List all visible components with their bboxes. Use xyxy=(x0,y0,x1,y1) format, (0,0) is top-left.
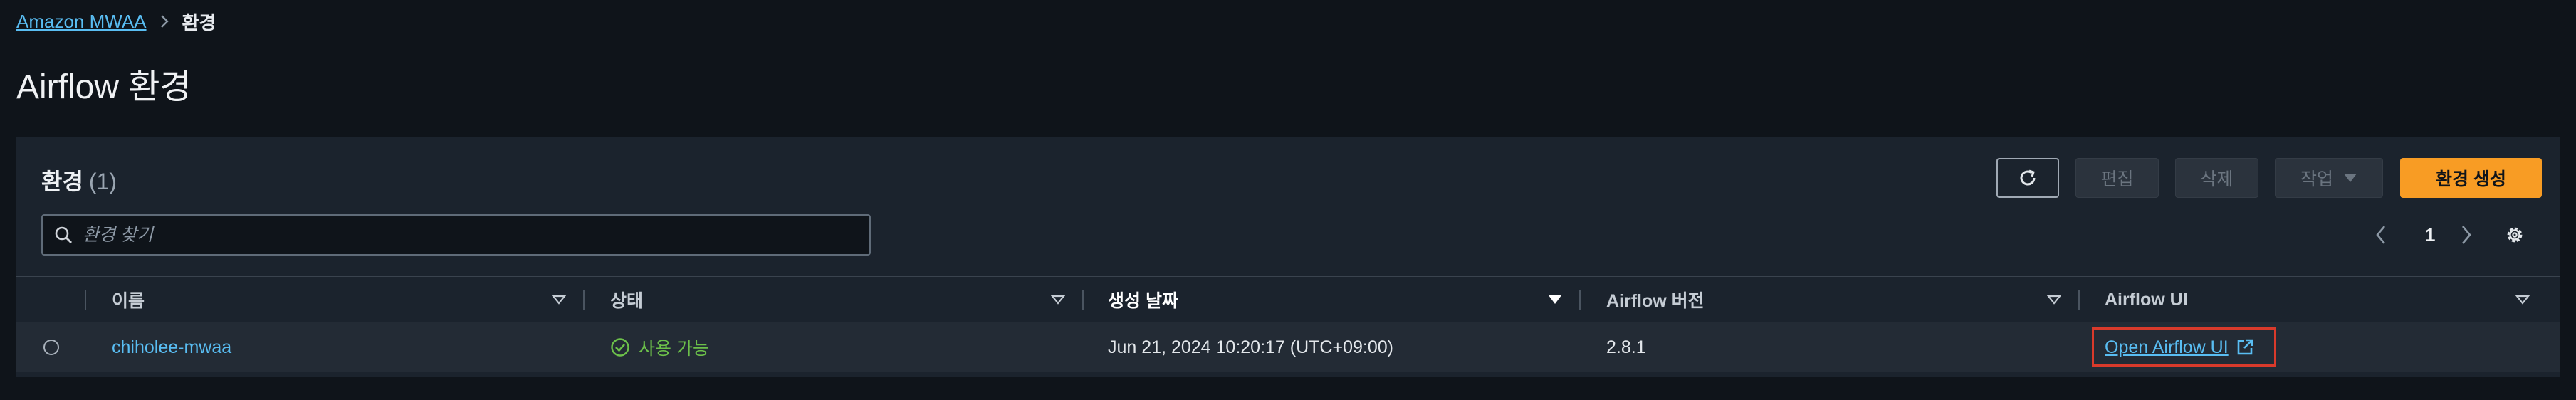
environments-panel: 환경(1) 편집 삭제 작업 환경 생성 1 이름 xyxy=(16,137,2560,377)
sort-icon[interactable] xyxy=(552,277,566,322)
page-title: Airflow 환경 xyxy=(16,68,192,106)
sort-icon[interactable] xyxy=(2515,277,2530,322)
actions-dropdown[interactable]: 작업 xyxy=(2275,158,2383,198)
column-divider xyxy=(1579,290,1581,310)
refresh-button[interactable] xyxy=(1996,158,2059,198)
row-select-radio[interactable] xyxy=(43,340,59,355)
panel-heading-text: 환경 xyxy=(41,169,83,194)
sort-icon[interactable] xyxy=(1548,277,1562,322)
open-airflow-ui-link[interactable]: Open Airflow UI xyxy=(2105,337,2254,358)
column-divider xyxy=(1082,290,1084,310)
search-icon xyxy=(54,226,73,244)
status-text: 사용 가능 xyxy=(639,339,709,359)
column-divider xyxy=(85,290,86,310)
sort-icon[interactable] xyxy=(1051,277,1065,322)
panel-heading: 환경 (1) xyxy=(41,164,117,196)
sort-icon[interactable] xyxy=(2047,277,2061,322)
column-header-name[interactable]: 이름 xyxy=(112,277,145,322)
search-input[interactable] xyxy=(81,223,869,246)
actions-label: 작업 xyxy=(2300,169,2333,189)
external-link-icon xyxy=(2236,338,2254,357)
column-header-airflow-version[interactable]: Airflow 버전 xyxy=(1606,277,1705,322)
breadcrumb: Amazon MWAA 환경 xyxy=(16,7,216,36)
chevron-right-icon[interactable] xyxy=(2461,221,2472,249)
caret-down-icon xyxy=(2343,173,2357,183)
column-header-status[interactable]: 상태 xyxy=(610,277,643,322)
chevron-right-icon xyxy=(159,14,169,29)
edit-button[interactable]: 편집 xyxy=(2075,158,2159,198)
open-airflow-ui-label: Open Airflow UI xyxy=(2105,337,2229,357)
check-circle-icon xyxy=(610,337,630,357)
breadcrumb-current: 환경 xyxy=(182,11,216,33)
column-divider xyxy=(583,290,585,310)
page-number[interactable]: 1 xyxy=(2425,221,2435,249)
status-badge: 사용 가능 xyxy=(610,335,709,360)
breadcrumb-link-mwaa[interactable]: Amazon MWAA xyxy=(16,11,147,33)
column-header-airflow-ui[interactable]: Airflow UI xyxy=(2105,277,2188,322)
created-date: Jun 21, 2024 10:20:17 (UTC+09:00) xyxy=(1108,337,1393,357)
column-divider xyxy=(2078,290,2080,310)
table-row[interactable]: chiholee-mwaa 사용 가능 Jun 21, 2024 10:20:1… xyxy=(16,322,2560,372)
create-environment-button[interactable]: 환경 생성 xyxy=(2400,158,2542,198)
delete-button[interactable]: 삭제 xyxy=(2175,158,2258,198)
table-header: 이름 상태 생성 날짜 Airflow 버전 Airflow UI xyxy=(16,276,2560,323)
gear-icon[interactable] xyxy=(2504,221,2525,249)
environment-name-link[interactable]: chiholee-mwaa xyxy=(112,337,231,358)
chevron-left-icon[interactable] xyxy=(2375,221,2387,249)
column-header-created[interactable]: 생성 날짜 xyxy=(1108,277,1178,322)
panel-count: (1) xyxy=(88,169,117,194)
search-box xyxy=(41,214,871,256)
airflow-version: 2.8.1 xyxy=(1606,337,1646,357)
refresh-icon xyxy=(2016,167,2039,189)
